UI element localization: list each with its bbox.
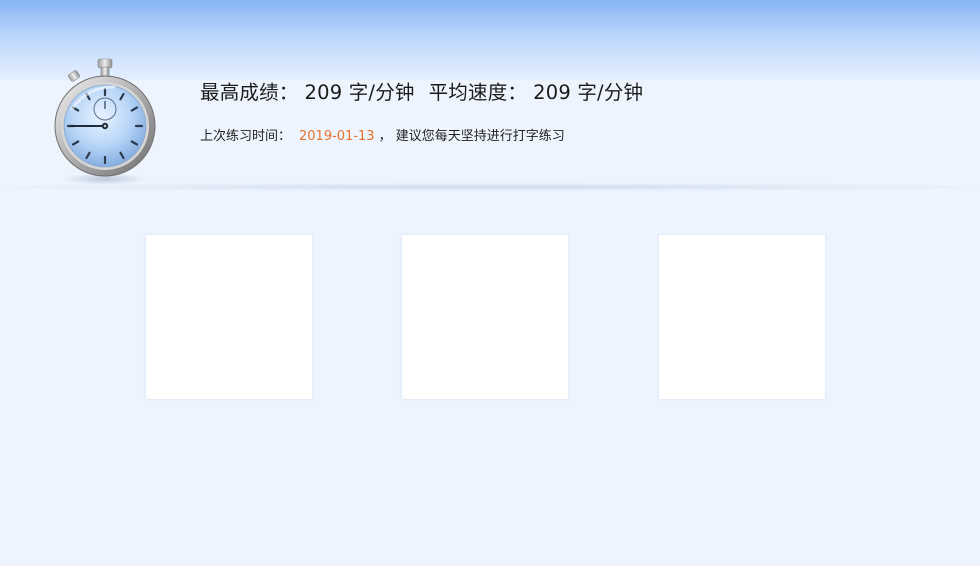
best-score-value: 209 字/分钟: [304, 81, 415, 104]
avg-speed-value: 209 字/分钟: [533, 81, 644, 104]
stopwatch-icon: [54, 58, 156, 185]
last-practice-line: 上次练习时间： 2019-01-13， 建议您每天坚持进行打字练习: [200, 125, 565, 144]
avg-speed-label: 平均速度：: [428, 81, 528, 104]
best-score-label: 最高成绩：: [200, 81, 299, 104]
last-practice-label: 上次练习时间：: [200, 129, 292, 144]
stats-header: 最高成绩： 209 字/分钟 平均速度： 209 字/分钟 上次练习时间： 2019-0…: [0, 0, 980, 190]
practice-card-2[interactable]: [402, 235, 568, 399]
stats-summary: 最高成绩： 209 字/分钟 平均速度： 209 字/分钟: [200, 76, 643, 105]
practice-suggestion: ， 建议您每天坚持进行打字练习: [378, 129, 565, 144]
last-practice-date: 2019-01-13: [299, 129, 375, 144]
practice-card-3[interactable]: [659, 235, 825, 399]
practice-card-1[interactable]: [146, 235, 312, 399]
header-divider: [0, 183, 980, 191]
